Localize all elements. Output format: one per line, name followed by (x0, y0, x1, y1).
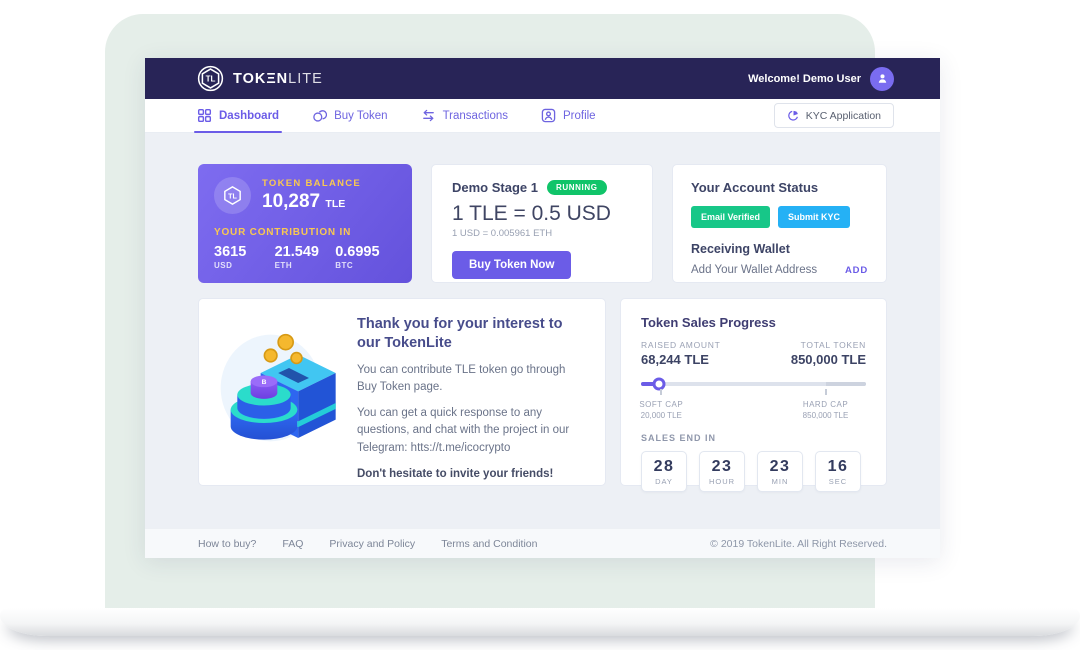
dashboard-app: TL TOKΞNLITE Welcome! Demo User (145, 58, 940, 558)
countdown-min: 23 MIN (757, 451, 803, 492)
sales-progress-slider: SOFT CAP 20,000 TLE HARD CAP 850,000 TLE (641, 377, 866, 423)
sales-progress-title: Token Sales Progress (641, 315, 866, 330)
kyc-button-label: KYC Application (806, 110, 881, 122)
slider-knob[interactable] (653, 378, 666, 391)
usd-eth-rate: 1 USD = 0.005961 ETH (452, 228, 632, 239)
footer-link-faq[interactable]: FAQ (282, 538, 303, 550)
user-avatar[interactable] (870, 67, 894, 91)
laptop-base (0, 608, 1080, 636)
contribution-btc: 0.6995 BTC (335, 244, 396, 270)
brand-logo[interactable]: TL TOKΞNLITE (197, 65, 323, 92)
tab-profile[interactable]: Profile (541, 99, 596, 132)
transfer-arrows-icon (421, 108, 436, 123)
thanks-paragraph-2: You can get a quick response to any ques… (357, 405, 585, 457)
thanks-paragraph-3: Don't hesitate to invite your friends! (357, 466, 585, 483)
contribution-usd: 3615 USD (214, 244, 275, 270)
token-stage-card: Demo Stage 1 RUNNING 1 TLE = 0.5 USD 1 U… (431, 164, 653, 283)
countdown-hour: 23 HOUR (699, 451, 745, 492)
main-nav: Dashboard Buy Token Transactions Pro (145, 99, 940, 133)
buy-token-now-button[interactable]: Buy Token Now (452, 251, 571, 279)
stage-title: Demo Stage 1 (452, 180, 538, 195)
tab-dashboard[interactable]: Dashboard (197, 99, 279, 132)
countdown-day: 28 DAY (641, 451, 687, 492)
token-balance-card: TL TOKEN BALANCE 10,287 TLE YOUR CONTRIB… (198, 164, 412, 283)
footer-link-how-to-buy[interactable]: How to buy? (198, 538, 256, 550)
app-footer: How to buy? FAQ Privacy and Policy Terms… (145, 528, 940, 558)
main-content: TL TOKEN BALANCE 10,287 TLE YOUR CONTRIB… (145, 133, 940, 528)
welcome-text: Welcome! Demo User (748, 73, 861, 85)
svg-text:TL: TL (206, 75, 216, 84)
token-rate: 1 TLE = 0.5 USD (452, 202, 632, 226)
token-sales-progress-card: Token Sales Progress RAISED AMOUNT 68,24… (620, 298, 887, 486)
hard-cap-tick (825, 389, 827, 395)
raised-amount: RAISED AMOUNT 68,244 TLE (641, 340, 720, 367)
copyright-text: © 2019 TokenLite. All Right Reserved. (710, 538, 887, 550)
slider-track-overflow (826, 382, 867, 386)
countdown-sec: 16 SEC (815, 451, 861, 492)
tokenlite-logo-icon: TL (197, 65, 224, 92)
footer-link-terms[interactable]: Terms and Condition (441, 538, 537, 550)
balance-amount: 10,287 TLE (262, 191, 361, 213)
sales-end-label: SALES END IN (641, 433, 866, 443)
tab-label: Buy Token (334, 110, 388, 122)
total-token: TOTAL TOKEN 850,000 TLE (791, 340, 866, 367)
tab-transactions[interactable]: Transactions (421, 99, 508, 132)
coins-icon (312, 108, 327, 123)
svg-text:TL: TL (228, 192, 237, 200)
running-status-badge: RUNNING (547, 180, 607, 195)
person-icon (876, 72, 889, 85)
app-header: TL TOKΞNLITE Welcome! Demo User (145, 58, 940, 99)
contribution-eth: 21.549 ETH (275, 244, 336, 270)
footer-link-privacy[interactable]: Privacy and Policy (329, 538, 415, 550)
thanks-paragraph-1: You can contribute TLE token go through … (357, 362, 585, 397)
balance-unit: TLE (325, 198, 345, 210)
submit-kyc-badge[interactable]: Submit KYC (778, 206, 850, 228)
tab-label: Transactions (443, 110, 508, 122)
wallet-address-hint: Add Your Wallet Address (691, 264, 817, 276)
tab-label: Dashboard (219, 110, 279, 122)
coins-illustration: B (219, 323, 344, 469)
add-wallet-link[interactable]: ADD (845, 265, 868, 276)
account-status-title: Your Account Status (691, 180, 868, 195)
pie-chart-icon (787, 109, 800, 122)
contribution-title: YOUR CONTRIBUTION IN (214, 227, 396, 238)
thanks-title: Thank you for your interest to our Token… (357, 315, 585, 353)
account-status-card: Your Account Status Email Verified Submi… (672, 164, 887, 283)
laptop-mockup: TL TOKΞNLITE Welcome! Demo User (0, 0, 1080, 650)
svg-text:B: B (262, 379, 267, 386)
thank-you-card: B Thank you for your interest to our Tok… (198, 298, 606, 486)
email-verified-badge[interactable]: Email Verified (691, 206, 770, 228)
hard-cap: HARD CAP 850,000 TLE (803, 400, 849, 420)
tab-buy-token[interactable]: Buy Token (312, 99, 388, 132)
soft-cap: SOFT CAP 20,000 TLE (639, 400, 683, 420)
profile-icon (541, 108, 556, 123)
soft-cap-tick (660, 389, 662, 395)
balance-title: TOKEN BALANCE (262, 178, 361, 189)
receiving-wallet-title: Receiving Wallet (691, 242, 868, 256)
kyc-application-button[interactable]: KYC Application (774, 103, 894, 128)
dashboard-icon (197, 108, 212, 123)
token-hexagon-icon: TL (214, 177, 251, 214)
brand-name: TOKΞNLITE (233, 71, 323, 87)
tab-label: Profile (563, 110, 596, 122)
